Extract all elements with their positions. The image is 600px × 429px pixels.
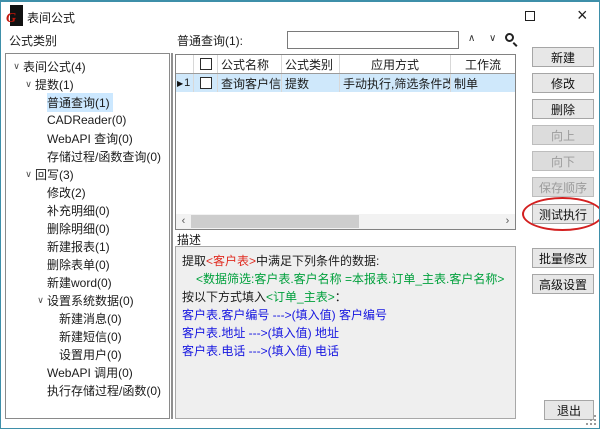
row-checkbox[interactable] xyxy=(200,77,212,89)
window-title: 表间公式 xyxy=(27,9,75,26)
cell-workflow: 制单 xyxy=(451,74,515,92)
column-header[interactable]: 应用方式 xyxy=(340,55,451,73)
tree-item[interactable]: WebAPI 查询(0) xyxy=(6,129,169,147)
scrollbar-thumb[interactable] xyxy=(191,215,359,228)
column-header[interactable]: 公式类别 xyxy=(282,55,340,73)
resize-grip-icon[interactable] xyxy=(586,415,596,425)
row-marker-header xyxy=(176,55,194,73)
tree-item-selected[interactable]: 普通查询(1) xyxy=(6,93,169,111)
scroll-left-icon[interactable]: ‹ xyxy=(176,214,191,229)
description-line: 按以下方式填入<订单_主表>： xyxy=(182,288,509,306)
row-checkbox-cell xyxy=(194,74,218,92)
tree-item[interactable]: 新建word(0) xyxy=(6,273,169,291)
row-header-cell: ▶1 xyxy=(176,74,194,92)
move-down-button[interactable]: 向下 xyxy=(532,151,594,171)
maximize-button[interactable] xyxy=(525,11,535,21)
select-all-cell xyxy=(194,55,218,73)
search-input[interactable] xyxy=(287,31,459,49)
test-run-button[interactable]: 测试执行 xyxy=(532,204,594,224)
search-icon[interactable] xyxy=(505,33,514,42)
tree-item[interactable]: 修改(2) xyxy=(6,183,169,201)
tree-item[interactable]: WebAPI 调用(0) xyxy=(6,363,169,381)
new-button[interactable]: 新建 xyxy=(532,47,594,67)
tree-item[interactable]: ∨表间公式(4) xyxy=(6,57,169,75)
chevron-down-icon[interactable]: ∨ xyxy=(10,61,23,72)
close-button[interactable]: × xyxy=(577,5,588,25)
description-line: 提取<客户表>中满足下列条件的数据: xyxy=(182,252,509,270)
tree-item[interactable]: ∨提数(1) xyxy=(6,75,169,93)
cell-formula-name: 查询客户信息 xyxy=(218,74,282,92)
description-line: 客户表.电话 --->(填入值) 电话 xyxy=(182,342,509,360)
description-line: 客户表.地址 --->(填入值) 地址 xyxy=(182,324,509,342)
description-line: 客户表.客户编号 --->(填入值) 客户编号 xyxy=(182,306,509,324)
delete-button[interactable]: 删除 xyxy=(532,99,594,119)
batch-modify-button[interactable]: 批量修改 xyxy=(532,248,594,268)
description-line: <数据筛选:客户表.客户名称 =本报表.订单_主表.客户名称> xyxy=(196,270,509,288)
table-header-row: 公式名称 公式类别 应用方式 工作流 xyxy=(176,55,515,74)
query-table: 公式名称 公式类别 应用方式 工作流 ▶1 查询客户信息 提数 手动执行,筛选条… xyxy=(175,54,516,230)
chevron-down-icon[interactable]: ∨ xyxy=(22,169,35,180)
tree-item[interactable]: 新建消息(0) xyxy=(6,309,169,327)
horizontal-scrollbar[interactable]: ‹ › xyxy=(176,214,515,229)
category-tree: ∨表间公式(4) ∨提数(1) 普通查询(1) CADReader(0) Web… xyxy=(5,53,170,419)
tree-item[interactable]: 新建报表(1) xyxy=(6,237,169,255)
app-icon: G xyxy=(10,5,23,26)
category-panel-label: 公式类别 xyxy=(9,32,57,49)
current-row-icon: ▶ xyxy=(177,79,183,88)
column-header[interactable]: 工作流 xyxy=(451,55,515,73)
search-next-icon[interactable]: ∨ xyxy=(489,33,496,44)
query-list-label: 普通查询(1): xyxy=(177,32,243,49)
title-bar: G 表间公式 × xyxy=(1,2,599,30)
move-up-button[interactable]: 向上 xyxy=(532,125,594,145)
column-header[interactable]: 公式名称 xyxy=(218,55,282,73)
dialog-window: G 表间公式 × 公式类别 普通查询(1): ∧ ∨ ∨表间公式(4) ∨提数(… xyxy=(0,0,600,429)
tree-item[interactable]: 补充明细(0) xyxy=(6,201,169,219)
tree-item[interactable]: 删除明细(0) xyxy=(6,219,169,237)
chevron-down-icon[interactable]: ∨ xyxy=(34,295,47,306)
tree-item[interactable]: 执行存储过程/函数(0) xyxy=(6,381,169,399)
panel-splitter[interactable] xyxy=(171,53,173,419)
modify-button[interactable]: 修改 xyxy=(532,73,594,93)
cell-formula-category: 提数 xyxy=(282,74,340,92)
chevron-down-icon[interactable]: ∨ xyxy=(22,79,35,90)
tree-item[interactable]: 存储过程/函数查询(0) xyxy=(6,147,169,165)
select-all-checkbox[interactable] xyxy=(200,58,212,70)
tree-item[interactable]: 设置用户(0) xyxy=(6,345,169,363)
tree-item[interactable]: 删除表单(0) xyxy=(6,255,169,273)
tree-item[interactable]: ∨设置系统数据(0) xyxy=(6,291,169,309)
save-order-button[interactable]: 保存顺序 xyxy=(532,177,594,197)
table-row[interactable]: ▶1 查询客户信息 提数 手动执行,筛选条件改变... 制单 xyxy=(176,74,515,92)
cell-apply-mode: 手动执行,筛选条件改变... xyxy=(340,74,451,92)
tree-item[interactable]: ∨回写(3) xyxy=(6,165,169,183)
advanced-settings-button[interactable]: 高级设置 xyxy=(532,274,594,294)
scroll-right-icon[interactable]: › xyxy=(500,214,515,229)
tree-item[interactable]: 新建短信(0) xyxy=(6,327,169,345)
search-prev-icon[interactable]: ∧ xyxy=(468,33,475,44)
tree-item[interactable]: CADReader(0) xyxy=(6,111,169,129)
description-panel: 提取<客户表>中满足下列条件的数据: <数据筛选:客户表.客户名称 =本报表.订… xyxy=(175,246,516,419)
